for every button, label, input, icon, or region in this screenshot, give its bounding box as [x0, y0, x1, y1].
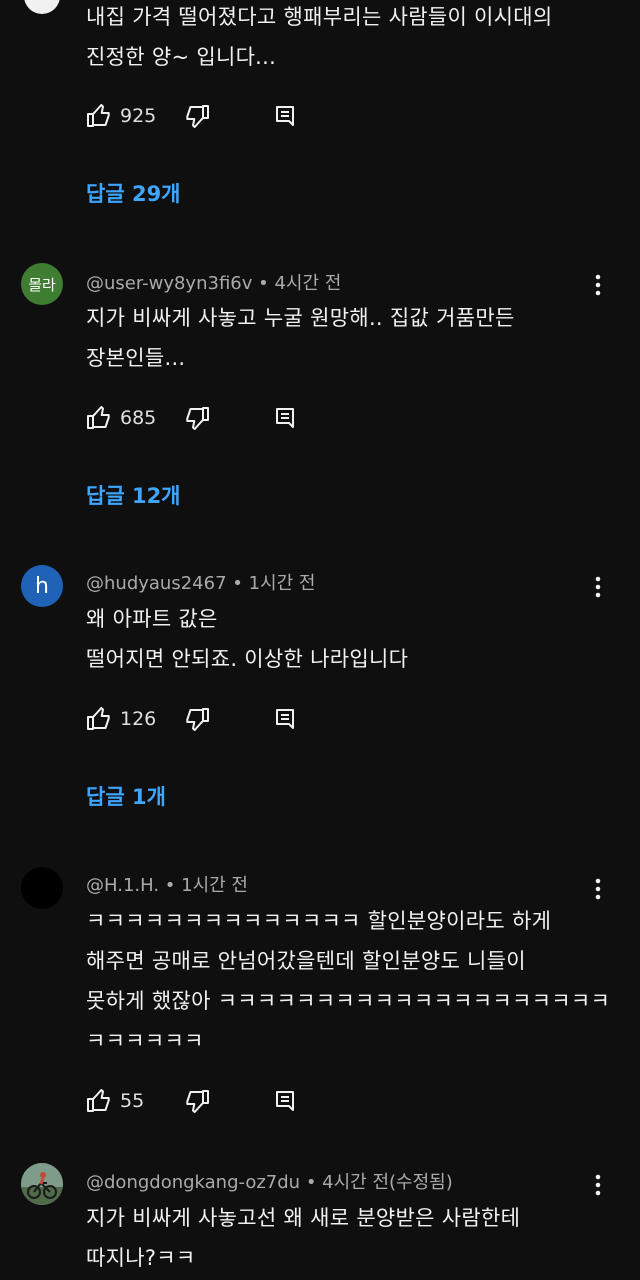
reply-button[interactable]	[274, 1084, 296, 1118]
comment-meta: @dongdongkang-oz7du • 4시간 전(수정됨)	[86, 1172, 453, 1193]
more-button[interactable]	[586, 271, 610, 299]
like-button[interactable]: 925	[86, 99, 156, 133]
comment-meta: @H.1.H. • 1시간 전	[86, 875, 248, 896]
comment-meta: @user-wy8yn3fi6v • 4시간 전	[86, 273, 342, 294]
dislike-button[interactable]	[184, 702, 210, 736]
timestamp: 1시간 전	[181, 875, 248, 896]
like-button[interactable]: 685	[86, 401, 156, 435]
dislike-button[interactable]	[184, 99, 210, 133]
author-name[interactable]: @user-wy8yn3fi6v	[86, 273, 252, 294]
kebab-menu-icon	[595, 1174, 601, 1196]
view-replies-button[interactable]: 답글 29개	[86, 178, 181, 208]
reply-button[interactable]	[274, 401, 296, 435]
avatar[interactable]: 몰라	[21, 263, 63, 305]
comment-actions: 685	[86, 401, 296, 435]
avatar-text: 몰라	[28, 275, 56, 294]
comment-actions: 55	[86, 1084, 296, 1118]
view-replies-button[interactable]: 답글 12개	[86, 480, 181, 510]
thumbs-down-icon	[184, 406, 210, 430]
comment-reply-icon	[274, 105, 296, 127]
timestamp: 4시간 전	[274, 273, 342, 294]
comment-text: 왜 아파트 값은 떨어지면 안되죠. 이상한 나라입니다	[86, 607, 409, 671]
comment-reply-icon	[274, 1090, 296, 1112]
author-name[interactable]: @H.1.H.	[86, 875, 159, 896]
avatar[interactable]	[21, 867, 63, 909]
avatar[interactable]	[21, 1163, 63, 1205]
like-count: 685	[120, 407, 157, 429]
kebab-menu-icon	[595, 576, 601, 598]
author-name[interactable]: @hudyaus2467	[86, 573, 227, 594]
comment-text: 내집 가격 떨어졌다고 행패부리는 사람들이 이시대의 진정한 양~ 입니다..…	[86, 5, 553, 69]
dislike-button[interactable]	[184, 401, 210, 435]
like-button[interactable]: 126	[86, 702, 156, 736]
comment-text: 지가 비싸게 사놓고 누굴 원망해.. 집값 거품만든 장본인들...	[86, 306, 515, 370]
reply-button[interactable]	[274, 702, 296, 736]
more-button[interactable]	[586, 1171, 610, 1199]
like-button[interactable]: 55	[86, 1084, 144, 1118]
thumbs-down-icon	[184, 1089, 210, 1113]
dislike-button[interactable]	[184, 1084, 210, 1118]
timestamp: 4시간 전(수정됨)	[322, 1172, 453, 1193]
comment-reply-icon	[274, 708, 296, 730]
thumbs-up-icon	[86, 406, 112, 430]
thumbs-down-icon	[184, 707, 210, 731]
kebab-menu-icon	[595, 274, 601, 296]
thumbs-up-icon	[86, 104, 112, 128]
timestamp: 1시간 전	[248, 573, 316, 594]
author-name[interactable]: @dongdongkang-oz7du	[86, 1172, 300, 1193]
comment-text: 지가 비싸게 사놓고선 왜 새로 분양받은 사람한테 따지나?ㅋㅋ	[86, 1206, 521, 1270]
kebab-menu-icon	[595, 878, 601, 900]
more-button[interactable]	[586, 573, 610, 601]
comment-reply-icon	[274, 407, 296, 429]
thumbs-up-icon	[86, 1089, 112, 1113]
avatar-text: h	[35, 573, 49, 599]
like-count: 126	[120, 708, 157, 730]
view-replies-button[interactable]: 답글 1개	[86, 781, 166, 811]
avatar[interactable]	[24, 0, 60, 14]
comment-text: ㅋㅋㅋㅋㅋㅋㅋㅋㅋㅋㅋㅋㅋㅋ 할인분양이라도 하게 해주면 공매로 안넘어갔을텐…	[86, 909, 611, 1053]
thumbs-up-icon	[86, 707, 112, 731]
comment-actions: 126	[86, 702, 296, 736]
cyclist-icon	[21, 1163, 63, 1205]
thumbs-down-icon	[184, 104, 210, 128]
comment-actions: 925	[86, 99, 296, 133]
comment-meta: @hudyaus2467 • 1시간 전	[86, 573, 316, 594]
more-button[interactable]	[586, 875, 610, 903]
like-count: 55	[120, 1090, 145, 1112]
avatar[interactable]: h	[21, 565, 63, 607]
reply-button[interactable]	[274, 99, 296, 133]
like-count: 925	[120, 105, 157, 127]
